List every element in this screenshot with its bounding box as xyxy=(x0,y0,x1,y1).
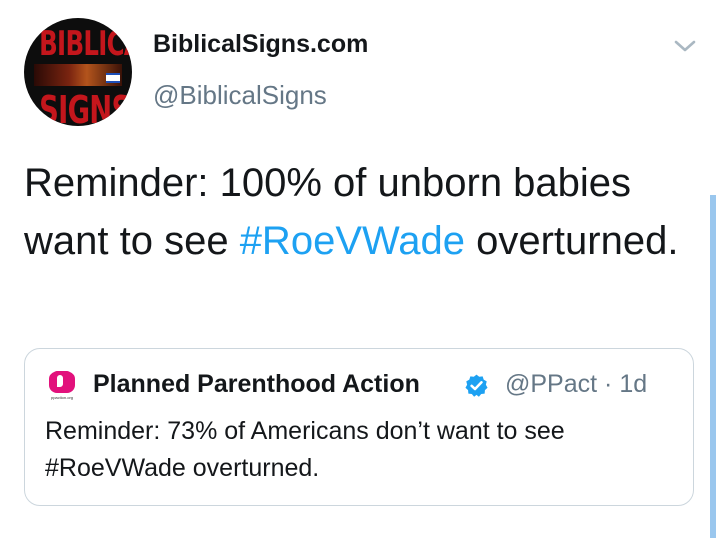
meta-separator: · xyxy=(604,370,613,398)
tweet-card: BIBLICAL SIGNS BiblicalSigns.com @Biblic… xyxy=(0,0,720,538)
avatar-caption: ppaction.org xyxy=(50,395,73,400)
quoted-tweet-text: Reminder: 73% of Americans don’t want to… xyxy=(45,417,565,482)
author-name[interactable]: BiblicalSigns.com xyxy=(153,30,368,59)
chevron-down-icon[interactable] xyxy=(672,36,698,56)
verified-badge-icon xyxy=(465,374,488,397)
author-avatar[interactable]: BIBLICAL SIGNS xyxy=(24,18,132,126)
quoted-meta: @PPact · 1d xyxy=(505,370,647,399)
quoted-author-name[interactable]: Planned Parenthood Action xyxy=(93,370,420,399)
avatar-logo-text-bottom: SIGNS xyxy=(39,88,131,126)
avatar-logo-text-top: BIBLICAL xyxy=(39,24,132,64)
author-handle[interactable]: @BiblicalSigns xyxy=(153,80,327,111)
quoted-author-avatar[interactable]: ppaction.org xyxy=(45,370,79,404)
tweet-text: Reminder: 100% of unborn babies want to … xyxy=(24,154,684,270)
tweet-text-end: overturned. xyxy=(465,219,679,263)
quoted-timestamp[interactable]: 1d xyxy=(619,370,647,398)
planned-parenthood-logo-icon xyxy=(49,371,75,393)
quoted-tweet[interactable]: ppaction.org Planned Parenthood Action @… xyxy=(24,348,694,506)
quoted-author-handle[interactable]: @PPact xyxy=(505,370,597,398)
scrollbar[interactable] xyxy=(710,195,716,538)
hashtag-link[interactable]: #RoeVWade xyxy=(240,219,465,263)
flag-icon xyxy=(106,73,120,83)
